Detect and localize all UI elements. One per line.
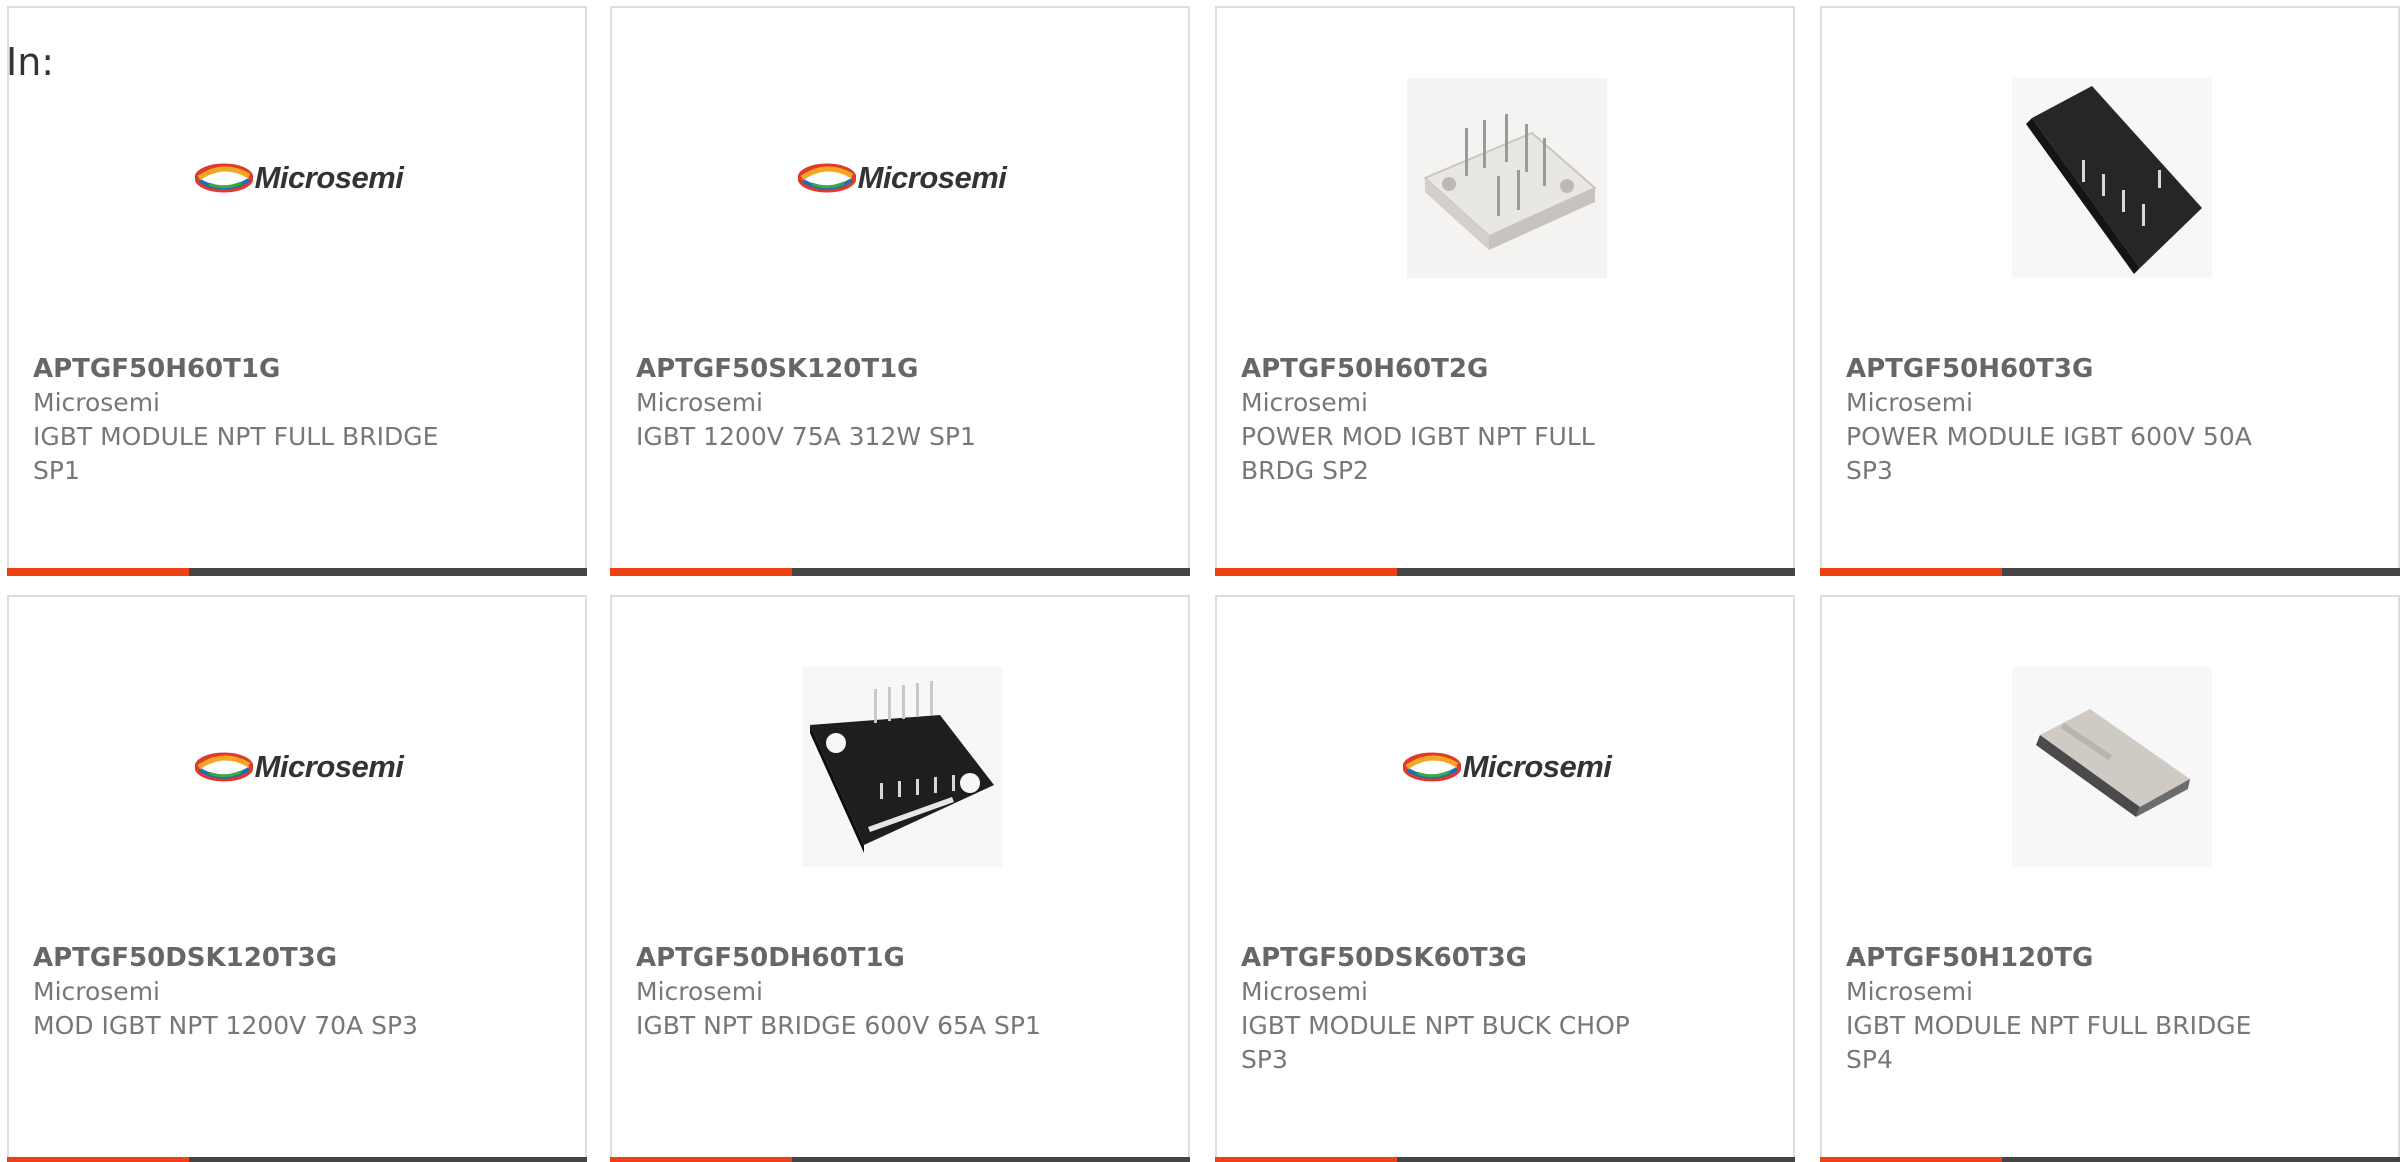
product-image[interactable]: Microsemi xyxy=(194,667,404,867)
microsemi-logo-icon: Microsemi xyxy=(797,160,1007,196)
card-bottom-bar xyxy=(1215,1157,1795,1162)
microsemi-logo-icon: Microsemi xyxy=(194,160,404,196)
product-manufacturer: Microsemi xyxy=(636,977,763,1006)
card-bottom-bar-accent xyxy=(7,568,189,576)
product-description: IGBT MODULE NPT FULL BRIDGE SP1 xyxy=(33,422,439,485)
product-manufacturer: Microsemi xyxy=(33,977,160,1006)
card-bottom-bar-accent xyxy=(1820,1157,2002,1162)
product-card[interactable]: Microsemi APTGF50DSK60T3G Microsemi IGBT M… xyxy=(1215,595,1795,1162)
product-image[interactable]: Microsemi xyxy=(797,78,1007,278)
card-bottom-bar xyxy=(1820,568,2400,576)
product-part-number[interactable]: APTGF50DSK60T3G xyxy=(1241,941,1527,975)
product-card[interactable]: APTGF50H120TG Microsemi IGBT MODULE NPT FU… xyxy=(1820,595,2400,1162)
microsemi-logo-icon: Microsemi xyxy=(1402,749,1612,785)
product-manufacturer: Microsemi xyxy=(636,388,763,417)
card-bottom-bar xyxy=(1215,568,1795,576)
product-description: IGBT 1200V 75A 312W SP1 xyxy=(636,422,976,451)
power-module-photo xyxy=(802,667,1002,867)
product-image[interactable]: Microsemi xyxy=(1402,667,1612,867)
product-description: POWER MOD IGBT NPT FULL BRDG SP2 xyxy=(1241,422,1595,485)
card-bottom-bar xyxy=(7,1157,587,1162)
product-grid-page: In: Microsemi APTGF50H60T1G Microsemi IGBT… xyxy=(0,0,2400,1162)
card-bottom-bar-accent xyxy=(610,568,792,576)
product-part-number[interactable]: APTGF50H120TG xyxy=(1846,941,2093,975)
product-card[interactable]: Microsemi APTGF50SK120T1G Microsemi IGBT 1… xyxy=(610,6,1190,576)
product-card[interactable]: Microsemi APTGF50H60T1G Microsemi IGBT MOD… xyxy=(7,6,587,576)
product-manufacturer: Microsemi xyxy=(33,388,160,417)
product-description: IGBT MODULE NPT FULL BRIDGE SP4 xyxy=(1846,1011,2252,1074)
microsemi-logo-icon: Microsemi xyxy=(194,749,404,785)
card-bottom-bar-accent xyxy=(1215,1157,1397,1162)
power-module-photo xyxy=(2012,78,2212,278)
card-bottom-bar-accent xyxy=(1820,568,2002,576)
product-description: POWER MODULE IGBT 600V 50A SP3 xyxy=(1846,422,2252,485)
product-image[interactable]: Microsemi xyxy=(194,78,404,278)
product-image[interactable] xyxy=(2012,667,2212,867)
product-part-number[interactable]: APTGF50H60T2G xyxy=(1241,352,1488,386)
product-description: IGBT MODULE NPT BUCK CHOP SP3 xyxy=(1241,1011,1630,1074)
product-card[interactable]: Microsemi APTGF50DSK120T3G Microsemi MOD I… xyxy=(7,595,587,1162)
filter-label: In: xyxy=(6,40,55,84)
product-card[interactable]: APTGF50DH60T1G Microsemi IGBT NPT BRIDGE 6… xyxy=(610,595,1190,1162)
card-bottom-bar-accent xyxy=(7,1157,189,1162)
product-image[interactable] xyxy=(2012,78,2212,278)
product-part-number[interactable]: APTGF50DSK120T3G xyxy=(33,941,337,975)
card-bottom-bar xyxy=(7,568,587,576)
product-part-number[interactable]: APTGF50DH60T1G xyxy=(636,941,905,975)
product-manufacturer: Microsemi xyxy=(1241,977,1368,1006)
product-part-number[interactable]: APTGF50SK120T1G xyxy=(636,352,919,386)
product-image[interactable] xyxy=(1407,78,1607,278)
product-description: MOD IGBT NPT 1200V 70A SP3 xyxy=(33,1011,418,1040)
card-bottom-bar-accent xyxy=(610,1157,792,1162)
card-bottom-bar xyxy=(610,1157,1190,1162)
product-manufacturer: Microsemi xyxy=(1241,388,1368,417)
power-module-photo xyxy=(2012,667,2212,867)
product-card[interactable]: APTGF50H60T2G Microsemi POWER MOD IGBT NPT… xyxy=(1215,6,1795,576)
card-bottom-bar-accent xyxy=(1215,568,1397,576)
product-description: IGBT NPT BRIDGE 600V 65A SP1 xyxy=(636,1011,1041,1040)
power-module-photo xyxy=(1407,78,1607,278)
card-bottom-bar xyxy=(610,568,1190,576)
card-bottom-bar xyxy=(1820,1157,2400,1162)
product-image[interactable] xyxy=(802,667,1002,867)
product-part-number[interactable]: APTGF50H60T3G xyxy=(1846,352,2093,386)
product-part-number[interactable]: APTGF50H60T1G xyxy=(33,352,280,386)
product-manufacturer: Microsemi xyxy=(1846,977,1973,1006)
product-manufacturer: Microsemi xyxy=(1846,388,1973,417)
product-card[interactable]: APTGF50H60T3G Microsemi POWER MODULE IGBT … xyxy=(1820,6,2400,576)
